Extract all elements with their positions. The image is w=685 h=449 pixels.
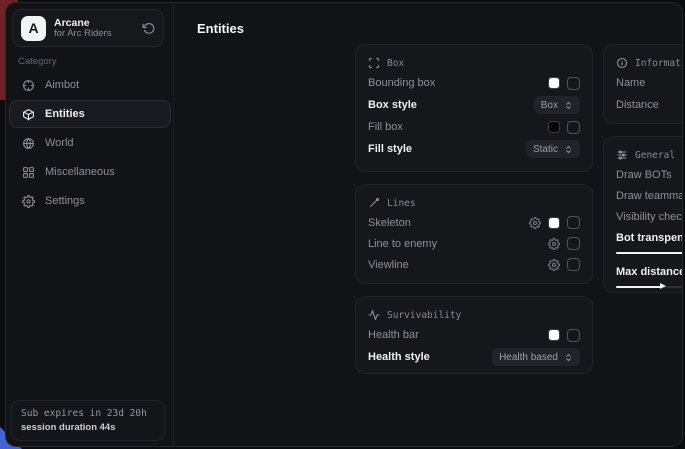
bounding-box-color-swatch[interactable] xyxy=(548,77,560,89)
globe-icon xyxy=(22,137,35,150)
sidebar-item-world[interactable]: World xyxy=(9,129,171,157)
panel-title: Box xyxy=(387,58,404,69)
row-health-bar: Health bar xyxy=(368,324,580,346)
pulse-icon xyxy=(368,309,380,321)
sidebar: A Arcane for Arc Riders Category Aimbot … xyxy=(6,3,174,446)
health-style-select[interactable]: Health based xyxy=(492,348,580,366)
row-bounding-box: Bounding box xyxy=(368,72,580,94)
scan-box-icon xyxy=(368,57,380,69)
skeleton-settings-gear-icon[interactable] xyxy=(529,217,541,229)
sidebar-item-label: Miscellaneous xyxy=(45,166,115,178)
row-name: Name xyxy=(616,72,683,94)
viewline-checkbox[interactable] xyxy=(567,258,580,271)
panel-title: General xyxy=(635,150,675,161)
row-max-distance: Max distance 250m xyxy=(616,261,683,282)
app-window: A Arcane for Arc Riders Category Aimbot … xyxy=(5,2,683,447)
chevrons-up-down-icon xyxy=(564,145,573,154)
sidebar-item-label: Aimbot xyxy=(45,79,79,91)
row-draw-bots: Draw BOTs xyxy=(616,164,683,185)
sidebar-item-label: World xyxy=(45,137,74,149)
row-skeleton: Skeleton xyxy=(368,212,580,233)
sidebar-item-entities[interactable]: Entities xyxy=(9,100,171,128)
info-icon xyxy=(616,57,628,69)
subscription-info-card: Sub expires in 23d 20h session duration … xyxy=(11,400,165,441)
grid-icon xyxy=(22,166,35,179)
chevrons-up-down-icon xyxy=(564,101,573,110)
fill-box-color-swatch[interactable] xyxy=(548,121,560,133)
row-fill-box: Fill box xyxy=(368,116,580,138)
sub-expires-text: Sub expires in 23d 20h xyxy=(21,408,155,419)
panel-general: General Draw BOTs Draw teammates Visibil… xyxy=(603,136,683,293)
row-distance: Distance xyxy=(616,94,683,116)
session-duration-text: session duration 44s xyxy=(21,422,155,433)
row-draw-teammates: Draw teammates xyxy=(616,185,683,206)
line-to-enemy-checkbox[interactable] xyxy=(567,237,580,250)
box-style-select[interactable]: Box xyxy=(534,96,580,114)
slider-thumb[interactable] xyxy=(660,283,666,289)
app-subtitle: for Arc Riders xyxy=(54,29,134,40)
panel-survivability: Survivability Health bar Health style He… xyxy=(355,296,593,374)
bounding-box-checkbox[interactable] xyxy=(567,77,580,90)
app-header-card: A Arcane for Arc Riders xyxy=(12,9,164,47)
panel-lines: Lines Skeleton Line to enemy Viewline xyxy=(355,184,593,284)
category-label: Category xyxy=(18,56,57,67)
sidebar-nav: Aimbot Entities World Miscellaneous Sett… xyxy=(6,71,174,216)
row-box-style: Box style Box xyxy=(368,94,580,116)
fill-box-checkbox[interactable] xyxy=(567,121,580,134)
row-visibility-check: Visibility check xyxy=(616,206,683,227)
sidebar-item-label: Settings xyxy=(45,195,85,207)
panel-title: Survivability xyxy=(387,310,461,321)
entities-icon xyxy=(22,108,35,121)
row-viewline: Viewline xyxy=(368,254,580,275)
fill-style-select[interactable]: Static xyxy=(526,140,580,158)
sliders-icon xyxy=(616,149,628,161)
sidebar-item-miscellaneous[interactable]: Miscellaneous xyxy=(9,158,171,186)
gear-icon xyxy=(22,195,35,208)
sidebar-item-aimbot[interactable]: Aimbot xyxy=(9,71,171,99)
max-distance-slider[interactable] xyxy=(616,283,683,290)
page-title: Entities xyxy=(197,21,244,36)
skeleton-color-swatch[interactable] xyxy=(548,217,560,229)
bot-transparency-slider[interactable] xyxy=(616,249,683,256)
row-health-style: Health style Health based xyxy=(368,346,580,368)
panel-box: Box Bounding box Box style Box Fill box xyxy=(355,44,593,172)
skeleton-checkbox[interactable] xyxy=(567,216,580,229)
app-logo: A xyxy=(21,16,46,41)
health-bar-checkbox[interactable] xyxy=(567,329,580,342)
sidebar-item-label: Entities xyxy=(45,108,85,120)
row-bot-transparency: Bot transpenency 50% xyxy=(616,227,683,248)
sidebar-item-settings[interactable]: Settings xyxy=(9,187,171,215)
panel-title: Information xyxy=(635,58,683,69)
history-icon[interactable] xyxy=(142,22,155,35)
row-line-to-enemy: Line to enemy xyxy=(368,233,580,254)
health-bar-color-swatch[interactable] xyxy=(548,329,560,341)
line-icon xyxy=(368,197,380,209)
app-name: Arcane xyxy=(54,17,134,29)
panel-information: Information Name Distance xyxy=(603,44,683,124)
chevrons-up-down-icon xyxy=(564,353,573,362)
panel-title: Lines xyxy=(387,198,416,209)
line-to-enemy-settings-gear-icon[interactable] xyxy=(548,238,560,250)
main-content: Entities Box Bounding box Box style Box … xyxy=(174,3,682,446)
crosshair-icon xyxy=(22,79,35,92)
row-fill-style: Fill style Static xyxy=(368,138,580,160)
viewline-settings-gear-icon[interactable] xyxy=(548,259,560,271)
